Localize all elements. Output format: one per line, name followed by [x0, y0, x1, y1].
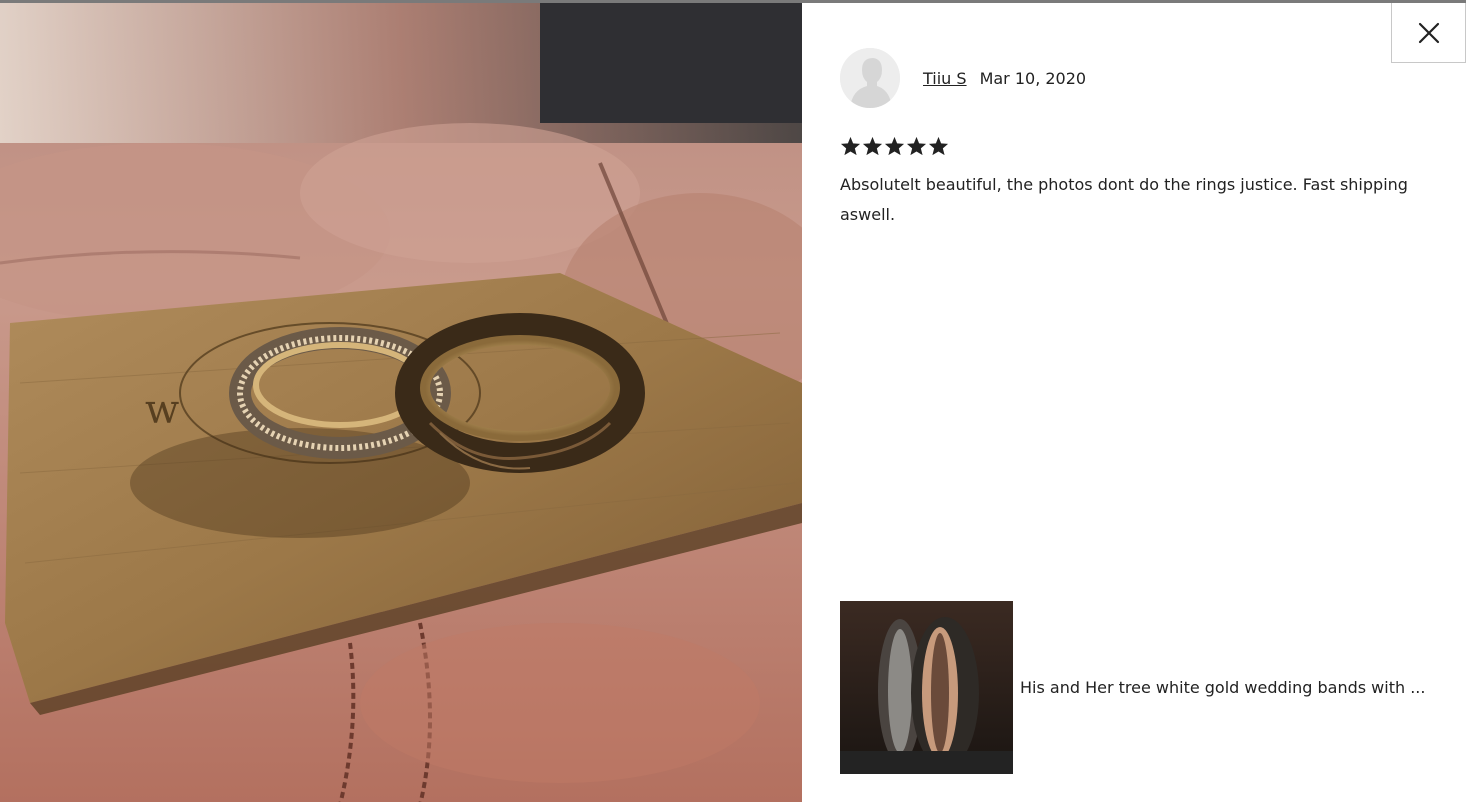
default-user-avatar-icon	[840, 48, 900, 108]
star-icon	[840, 136, 861, 156]
product-link[interactable]: His and Her tree white gold wedding band…	[840, 601, 1450, 774]
star-rating	[840, 136, 949, 156]
product-title[interactable]: His and Her tree white gold wedding band…	[1020, 678, 1445, 697]
review-photo-image: w	[0, 3, 802, 802]
avatar	[840, 48, 900, 108]
product-thumbnail[interactable]	[840, 601, 1013, 774]
reviewer-header: Tiiu S Mar 10, 2020	[840, 48, 1086, 108]
review-modal: w Tiiu S Mar 10, 2020 Absolutelt beautif…	[0, 0, 1466, 802]
star-icon	[906, 136, 927, 156]
svg-text:w: w	[145, 387, 179, 433]
review-panel: Tiiu S Mar 10, 2020 Absolutelt beautiful…	[840, 3, 1450, 802]
product-thumbnail-image	[840, 601, 1013, 774]
review-text: Absolutelt beautiful, the photos dont do…	[840, 175, 1408, 224]
star-icon	[862, 136, 883, 156]
reviewer-name-link[interactable]: Tiiu S	[923, 69, 967, 88]
review-photo: w	[0, 3, 802, 802]
star-icon	[928, 136, 949, 156]
star-icon	[884, 136, 905, 156]
review-date: Mar 10, 2020	[979, 68, 1087, 88]
